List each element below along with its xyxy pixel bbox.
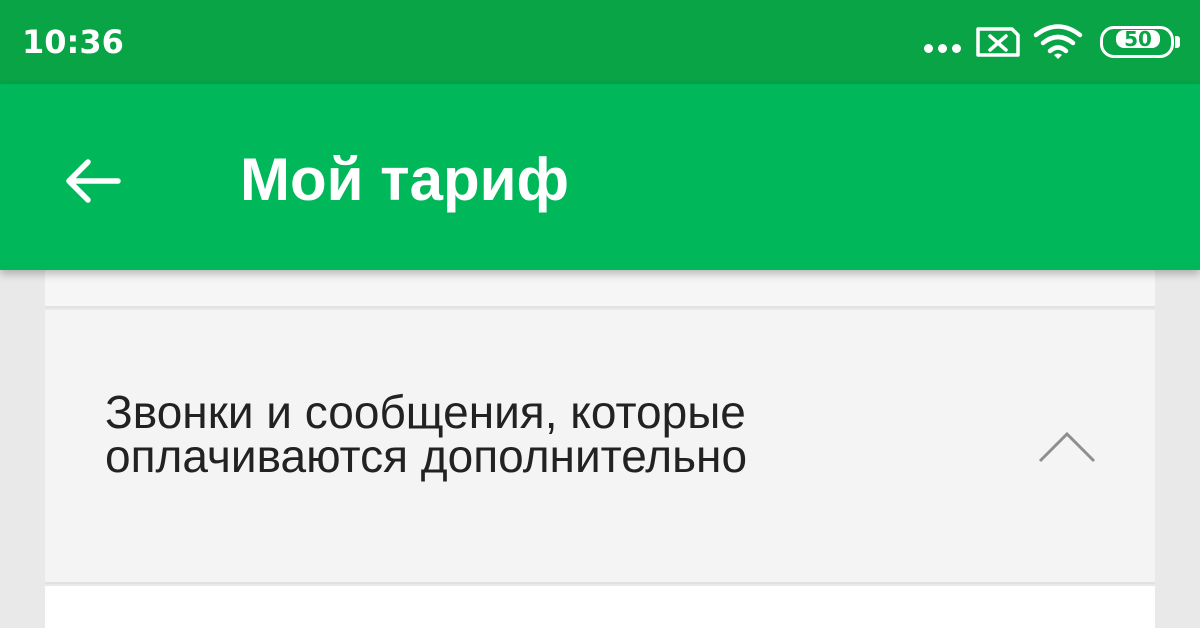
arrow-back-icon — [66, 159, 121, 203]
chevron-up-icon[interactable] — [1037, 430, 1097, 464]
status-icons: 50 — [0, 0, 1200, 84]
back-button[interactable] — [58, 146, 128, 216]
card-top-edge — [45, 270, 1155, 308]
card-body — [45, 586, 1155, 628]
section-title-line1: Звонки и сообщения, которые — [105, 386, 746, 438]
battery-level-text: 50 — [1124, 27, 1152, 51]
app-bar — [0, 84, 1200, 270]
sim-card-icon — [976, 27, 1020, 57]
battery-icon: 50 — [1100, 26, 1180, 58]
section-header[interactable]: Звонки и сообщения, которые оплачиваются… — [45, 310, 1155, 584]
status-bar: 10:36 50 — [0, 0, 1200, 84]
page-title: Мой тариф — [240, 146, 569, 213]
section-title-line2: оплачиваются дополнительно — [105, 430, 748, 482]
wifi-icon — [1033, 24, 1083, 59]
section-title: Звонки и сообщения, которые оплачиваются… — [105, 386, 1005, 482]
more-dots-icon — [924, 44, 961, 53]
